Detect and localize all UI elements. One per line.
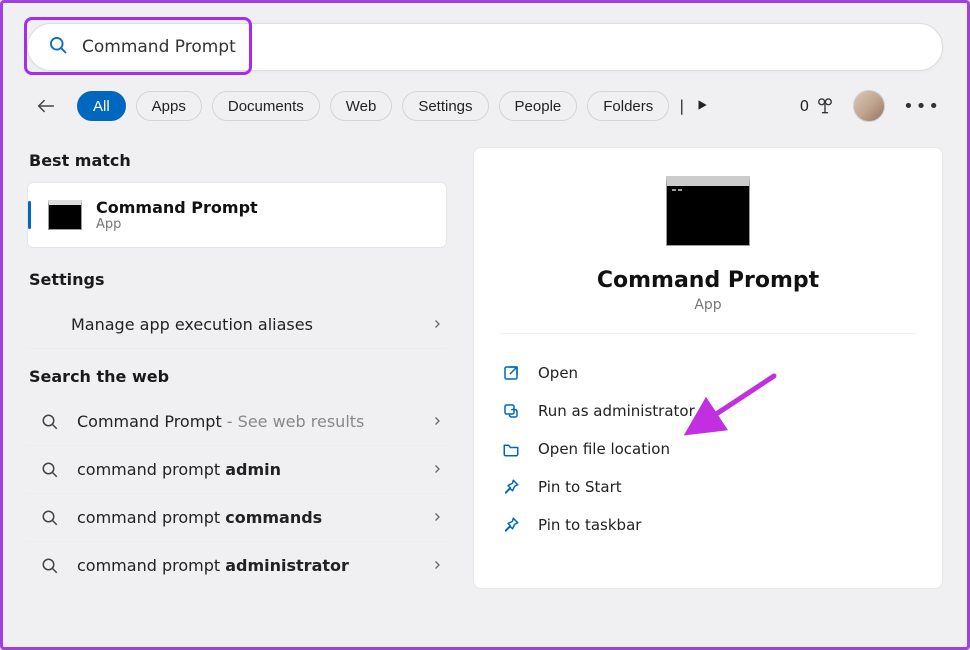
search-box[interactable] xyxy=(27,23,943,71)
chevron-right-icon xyxy=(431,460,443,479)
chevron-right-icon xyxy=(431,315,443,334)
pin-icon xyxy=(502,516,522,534)
web-result-0[interactable]: Command Prompt - See web results xyxy=(27,398,447,446)
best-match-heading: Best match xyxy=(29,151,447,170)
filter-row: All Apps Documents Web Settings People F… xyxy=(27,89,943,123)
web-heading: Search the web xyxy=(29,367,447,386)
filter-all[interactable]: All xyxy=(77,91,126,121)
best-match-subtitle: App xyxy=(96,217,258,232)
rewards-count: 0 xyxy=(800,97,810,115)
trophy-icon xyxy=(815,96,835,116)
action-open-location[interactable]: Open file location xyxy=(500,430,916,468)
action-pin-start[interactable]: Pin to Start xyxy=(500,468,916,506)
app-hero: Command Prompt App xyxy=(500,176,916,334)
filter-overflow-indicator: | xyxy=(679,97,685,115)
filter-people[interactable]: People xyxy=(499,91,578,121)
action-label: Pin to Start xyxy=(538,478,622,496)
detail-panel: Command Prompt App Open Run as administr… xyxy=(473,147,943,589)
more-button[interactable]: ••• xyxy=(903,96,941,117)
action-pin-taskbar[interactable]: Pin to taskbar xyxy=(500,506,916,544)
best-match-title: Command Prompt xyxy=(96,198,258,217)
results-column: Best match Command Prompt App Settings M… xyxy=(27,147,447,589)
action-label: Open xyxy=(538,364,578,382)
rewards-indicator[interactable]: 0 xyxy=(800,96,836,116)
search-icon xyxy=(41,509,63,527)
filter-apps[interactable]: Apps xyxy=(136,91,202,121)
chevron-right-icon xyxy=(431,508,443,527)
filter-settings[interactable]: Settings xyxy=(402,91,488,121)
user-avatar[interactable] xyxy=(853,90,885,122)
action-label: Run as administrator xyxy=(538,402,695,420)
search-input[interactable] xyxy=(82,37,922,57)
search-icon xyxy=(41,557,63,575)
filter-folders[interactable]: Folders xyxy=(587,91,669,121)
command-prompt-icon xyxy=(666,176,750,246)
command-prompt-icon xyxy=(48,200,82,230)
action-run-admin[interactable]: Run as administrator xyxy=(500,392,916,430)
best-match-card[interactable]: Command Prompt App xyxy=(27,182,447,248)
search-container xyxy=(27,23,943,71)
filter-next-button[interactable] xyxy=(695,97,709,116)
app-subtitle: App xyxy=(694,297,721,313)
web-result-2[interactable]: command prompt commands xyxy=(27,494,447,542)
web-result-1[interactable]: command prompt admin xyxy=(27,446,447,494)
shield-icon xyxy=(502,402,522,420)
filter-web[interactable]: Web xyxy=(330,91,393,121)
back-button[interactable] xyxy=(29,89,63,123)
action-open[interactable]: Open xyxy=(500,354,916,392)
settings-heading: Settings xyxy=(29,270,447,289)
search-icon xyxy=(48,35,68,59)
action-label: Pin to taskbar xyxy=(538,516,641,534)
chevron-right-icon xyxy=(431,556,443,575)
filter-documents[interactable]: Documents xyxy=(212,91,320,121)
settings-item-aliases[interactable]: Manage app execution aliases xyxy=(27,301,447,349)
pin-icon xyxy=(502,478,522,496)
web-result-3[interactable]: command prompt administrator xyxy=(27,542,447,589)
open-icon xyxy=(502,364,522,382)
search-icon xyxy=(41,461,63,479)
app-title: Command Prompt xyxy=(597,268,819,293)
chevron-right-icon xyxy=(431,412,443,431)
folder-icon xyxy=(502,440,522,458)
search-icon xyxy=(41,413,63,431)
action-label: Open file location xyxy=(538,440,670,458)
